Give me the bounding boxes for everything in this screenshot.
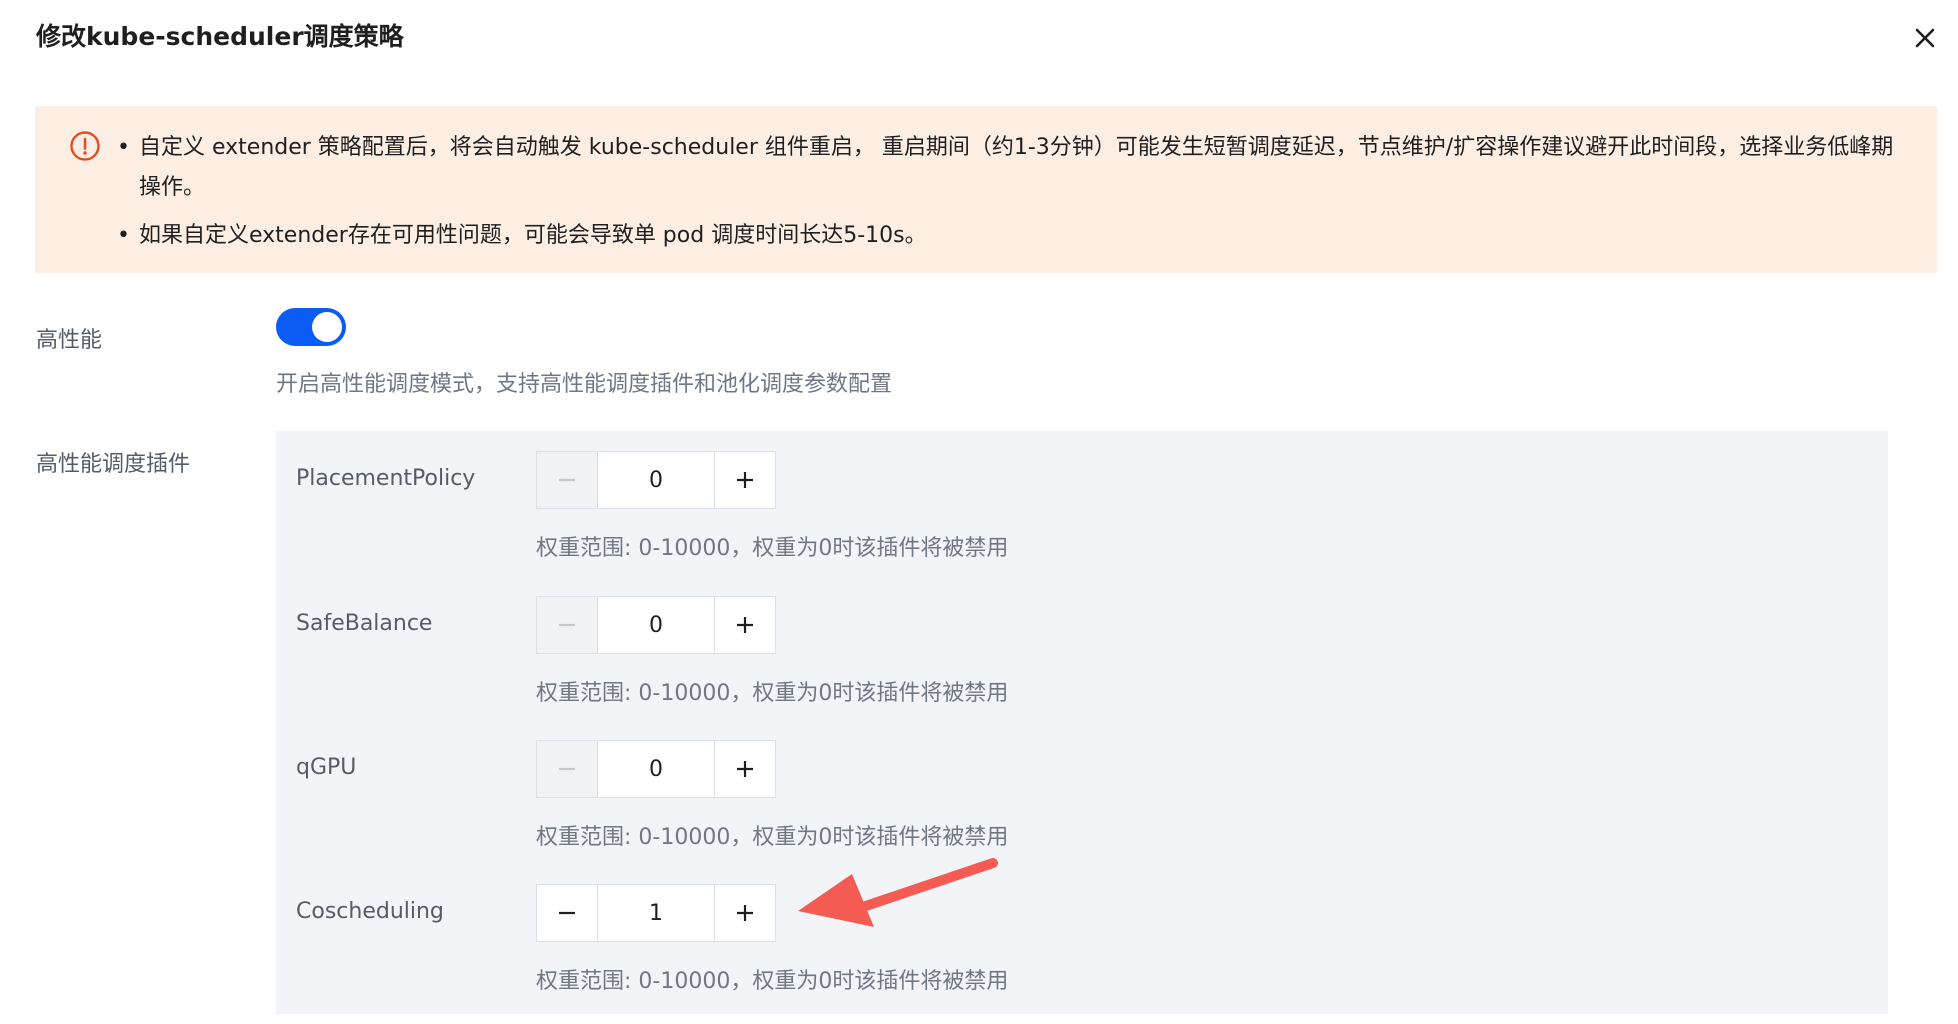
- weight-hint: 权重范围: 0-10000，权重为0时该插件将被禁用: [536, 825, 1009, 850]
- plugin-name: Coscheduling: [296, 899, 444, 924]
- weight-hint: 权重范围: 0-10000，权重为0时该插件将被禁用: [536, 681, 1009, 706]
- plugin-panel: PlacementPolicy 0 权重范围: 0-10000，权重为0时该插件…: [276, 431, 1888, 1014]
- alert-item: 自定义 extender 策略配置后，将会自动触发 kube-scheduler…: [117, 128, 1897, 208]
- weight-input[interactable]: 0: [597, 597, 715, 653]
- high-performance-label: 高性能: [36, 328, 103, 353]
- plus-icon: [737, 617, 753, 633]
- qgpu-stepper: 0: [536, 740, 776, 798]
- increment-button[interactable]: [715, 452, 775, 508]
- warning-alert: 自定义 extender 策略配置后，将会自动触发 kube-scheduler…: [35, 106, 1937, 273]
- warning-circle-icon: [70, 131, 100, 161]
- close-button[interactable]: [1907, 20, 1943, 56]
- plus-icon: [737, 905, 753, 921]
- weight-input[interactable]: 0: [597, 452, 715, 508]
- decrement-button[interactable]: [537, 597, 597, 653]
- increment-button[interactable]: [715, 885, 775, 941]
- coscheduling-stepper: 1: [536, 884, 776, 942]
- minus-icon: [559, 911, 575, 915]
- plugin-name: PlacementPolicy: [296, 466, 476, 491]
- high-performance-toggle[interactable]: [276, 308, 346, 346]
- dialog-title: 修改kube-scheduler调度策略: [36, 22, 404, 51]
- alert-list: 自定义 extender 策略配置后，将会自动触发 kube-scheduler…: [117, 128, 1897, 256]
- weight-input[interactable]: 1: [597, 885, 715, 941]
- close-icon: [1915, 28, 1935, 48]
- high-performance-description: 开启高性能调度模式，支持高性能调度插件和池化调度参数配置: [276, 372, 893, 397]
- increment-button[interactable]: [715, 741, 775, 797]
- alert-item: 如果自定义extender存在可用性问题，可能会导致单 pod 调度时间长达5-…: [117, 216, 1897, 256]
- safebalance-stepper: 0: [536, 596, 776, 654]
- weight-input[interactable]: 0: [597, 741, 715, 797]
- decrement-button[interactable]: [537, 741, 597, 797]
- placementpolicy-stepper: 0: [536, 451, 776, 509]
- plus-icon: [737, 472, 753, 488]
- weight-hint: 权重范围: 0-10000，权重为0时该插件将被禁用: [536, 969, 1009, 994]
- toggle-knob: [312, 312, 342, 342]
- plugin-name: qGPU: [296, 755, 357, 780]
- minus-icon: [559, 478, 575, 482]
- plugin-name: SafeBalance: [296, 611, 433, 636]
- minus-icon: [559, 623, 575, 627]
- decrement-button[interactable]: [537, 452, 597, 508]
- plugins-label: 高性能调度插件: [36, 452, 191, 477]
- weight-hint: 权重范围: 0-10000，权重为0时该插件将被禁用: [536, 536, 1009, 561]
- decrement-button[interactable]: [537, 885, 597, 941]
- increment-button[interactable]: [715, 597, 775, 653]
- plus-icon: [737, 761, 753, 777]
- minus-icon: [559, 767, 575, 771]
